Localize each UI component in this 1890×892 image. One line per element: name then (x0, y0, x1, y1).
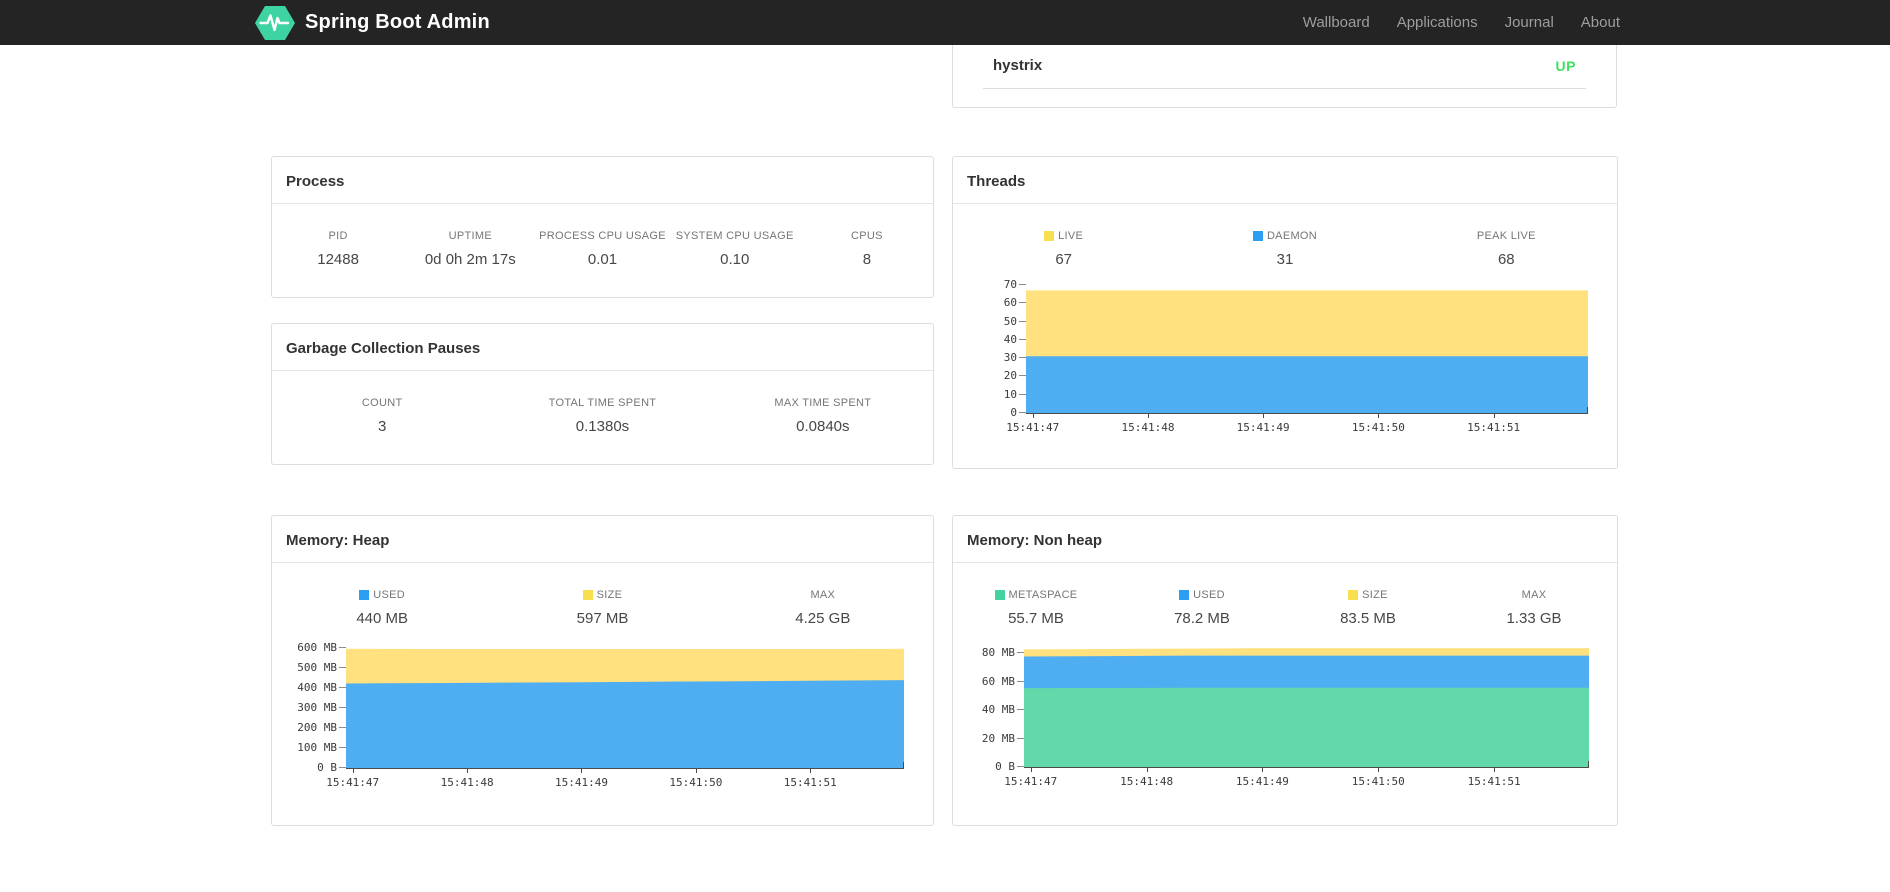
memory-heap-chart: 0 B 100 MB 200 MB 300 MB 400 MB 500 MB 600 MB 1… (297, 642, 904, 789)
stat-pid: PID 12488 (272, 230, 404, 268)
app-logo-icon (255, 5, 295, 40)
used-swatch-icon (359, 590, 370, 600)
applications-panel: hystrix UP (952, 45, 1617, 108)
stat-value: 83.5 MB (1340, 610, 1396, 627)
heap-legend: USED 440 MB SIZE 597 MB MAX 4.25 GB (272, 589, 933, 627)
stat-value: 0.10 (720, 251, 750, 268)
stat-value: 31 (1276, 251, 1294, 268)
status-badge: UP (1555, 57, 1576, 74)
stat-label: LIVE (1058, 230, 1084, 242)
stat-uptime: UPTIME 0d 0h 2m 17s (404, 230, 536, 268)
stat-value: 8 (862, 251, 872, 268)
stat-total-time-spent: TOTAL TIME SPENT 0.1380s (492, 397, 712, 435)
panel-title: Memory: Heap (272, 516, 933, 563)
stat-label: UPTIME (448, 230, 492, 242)
threads-panel: Threads LIVE 67 DAEMON 31 PEAK LIVE 68 0… (952, 156, 1618, 469)
gc-stats: COUNT 3 TOTAL TIME SPENT 0.1380s MAX TIM… (272, 397, 933, 435)
stat-max: MAX 4.25 GB (713, 589, 933, 627)
panel-title: Memory: Non heap (953, 516, 1617, 563)
stat-label: SIZE (596, 589, 623, 601)
stat-max-time-spent: MAX TIME SPENT 0.0840s (713, 397, 933, 435)
nav-links: Wallboard Applications Journal About (1303, 0, 1620, 45)
stat-label: COUNT (361, 397, 403, 409)
stat-label: USED (1193, 589, 1225, 601)
stat-value: 3 (377, 418, 387, 435)
stat-value: 67 (1055, 251, 1072, 268)
stat-size: SIZE 83.5 MB (1285, 589, 1451, 627)
stat-value: 4.25 GB (795, 610, 851, 627)
stat-label: PROCESS CPU USAGE (539, 230, 666, 242)
stat-label: MAX TIME SPENT (774, 397, 872, 409)
stat-label: PID (328, 230, 348, 242)
live-swatch-icon (1044, 231, 1055, 241)
nav-item-wallboard[interactable]: Wallboard (1303, 14, 1370, 31)
stat-live: LIVE 67 (953, 230, 1174, 268)
stat-used: USED 440 MB (272, 589, 492, 627)
stat-label: METASPACE (1008, 589, 1078, 601)
brand-link[interactable]: Spring Boot Admin (255, 0, 490, 45)
garbage-collection-panel: Garbage Collection Pauses COUNT 3 TOTAL … (271, 323, 934, 465)
stat-metaspace: METASPACE 55.7 MB (953, 589, 1119, 627)
stat-value: 0.0840s (796, 418, 850, 435)
daemon-swatch-icon (1252, 231, 1263, 241)
stat-label: PEAK LIVE (1476, 230, 1536, 242)
stat-count: COUNT 3 (272, 397, 492, 435)
metaspace-swatch-icon (994, 590, 1005, 600)
size-swatch-icon (582, 590, 593, 600)
stat-value: 0.01 (587, 251, 618, 268)
stat-label: SIZE (1362, 589, 1388, 601)
threads-chart: 0 10 20 30 40 50 60 70 15:41:47 15:41:48 15:41:49 1… (1004, 278, 1588, 434)
used-swatch-icon (1179, 590, 1190, 600)
stat-label: TOTAL TIME SPENT (548, 397, 657, 409)
stat-peak-live: PEAK LIVE 68 (1396, 230, 1617, 268)
memory-heap-panel: Memory: Heap USED 440 MB SIZE 597 MB MAX… (271, 515, 934, 826)
stat-value: 78.2 MB (1174, 610, 1230, 627)
memory-nonheap-chart: 0 B 20 MB 40 MB 60 MB 80 MB 15:41:47 15:41:48 1… (982, 646, 1589, 788)
stat-process-cpu-usage: PROCESS CPU USAGE 0.01 (536, 230, 668, 268)
nav-item-journal[interactable]: Journal (1505, 14, 1554, 31)
stat-value: 440 MB (356, 610, 409, 627)
stat-value: 0.1380s (575, 418, 630, 435)
process-stats: PID 12488 UPTIME 0d 0h 2m 17s PROCESS CP… (272, 230, 933, 268)
nav-item-applications[interactable]: Applications (1397, 14, 1478, 31)
size-swatch-icon (1348, 590, 1359, 600)
stat-label: MAX (810, 589, 836, 601)
panel-title: Process (272, 157, 933, 204)
memory-nonheap-panel: Memory: Non heap METASPACE 55.7 MB USED … (952, 515, 1618, 826)
application-name: hystrix (993, 57, 1043, 74)
navbar: Spring Boot Admin Wallboard Applications… (0, 0, 1890, 45)
stat-system-cpu-usage: SYSTEM CPU USAGE 0.10 (669, 230, 801, 268)
stat-value: 68 (1497, 251, 1515, 268)
stat-value: 55.7 MB (1008, 610, 1064, 627)
stat-max: MAX 1.33 GB (1451, 589, 1617, 627)
stat-cpus: CPUS 8 (801, 230, 933, 268)
application-row[interactable]: hystrix UP (983, 45, 1586, 89)
stat-label: DAEMON (1266, 230, 1318, 242)
stat-size: SIZE 597 MB (492, 589, 712, 627)
stat-value: 0d 0h 2m 17s (424, 251, 516, 268)
nav-item-about[interactable]: About (1581, 14, 1620, 31)
stat-used: USED 78.2 MB (1119, 589, 1285, 627)
stat-value: 12488 (317, 251, 359, 268)
stat-label: MAX (1521, 589, 1547, 601)
stat-label: CPUS (851, 230, 883, 242)
threads-legend: LIVE 67 DAEMON 31 PEAK LIVE 68 (953, 230, 1617, 268)
brand-title: Spring Boot Admin (305, 11, 490, 33)
stat-value: 597 MB (576, 610, 629, 627)
panel-title: Threads (953, 157, 1617, 204)
stat-label: USED (373, 589, 406, 601)
nonheap-legend: METASPACE 55.7 MB USED 78.2 MB SIZE 83.5… (953, 589, 1617, 627)
stat-daemon: DAEMON 31 (1174, 230, 1395, 268)
process-panel: Process PID 12488 UPTIME 0d 0h 2m 17s PR… (271, 156, 934, 298)
panel-title: Garbage Collection Pauses (272, 324, 933, 371)
stat-label: SYSTEM CPU USAGE (675, 230, 794, 242)
stat-value: 1.33 GB (1506, 610, 1562, 627)
